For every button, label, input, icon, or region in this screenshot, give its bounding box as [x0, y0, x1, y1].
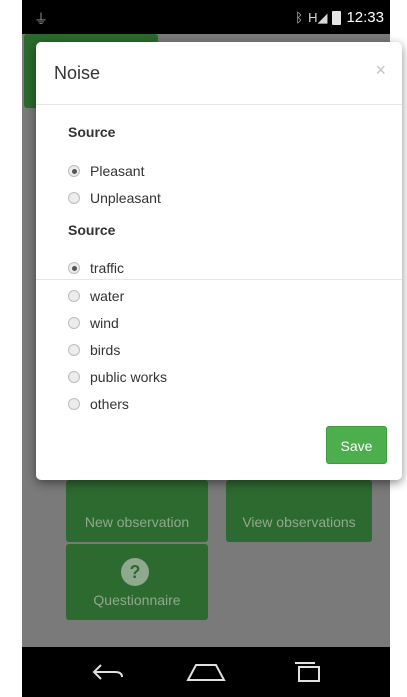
radio-button-checked[interactable]: [68, 262, 80, 274]
radio-label: public works: [90, 369, 168, 385]
new-observation-tile[interactable]: New observation: [66, 480, 208, 542]
close-icon[interactable]: ×: [375, 60, 386, 81]
noise-dialog: Noise × Source Pleasant Unpleasant Sourc…: [36, 42, 402, 480]
home-icon[interactable]: [176, 647, 236, 697]
radio-label: water: [90, 288, 125, 304]
radio-wind[interactable]: wind: [68, 313, 119, 333]
recent-apps-icon[interactable]: [278, 647, 338, 697]
view-observations-tile[interactable]: View observations: [226, 480, 372, 542]
radio-birds[interactable]: birds: [68, 340, 120, 360]
radio-button[interactable]: [68, 344, 80, 356]
section-label-source: Source: [68, 124, 116, 140]
radio-unpleasant[interactable]: Unpleasant: [68, 188, 161, 208]
questionnaire-label: Questionnaire: [93, 592, 181, 608]
radio-label: Pleasant: [90, 163, 145, 179]
radio-button[interactable]: [68, 398, 80, 410]
radio-label: wind: [90, 315, 119, 331]
save-button[interactable]: Save: [326, 426, 387, 464]
dialog-title: Noise: [54, 63, 101, 83]
radio-button[interactable]: [68, 371, 80, 383]
status-icons: ᛒ H◢ 12:33: [295, 9, 384, 26]
bluetooth-icon: ᛒ: [295, 10, 304, 25]
dialog-header: Noise ×: [36, 42, 402, 105]
signal-icon: H◢: [308, 9, 328, 25]
radio-public-works[interactable]: public works: [68, 367, 167, 387]
view-observations-label: View observations: [242, 514, 356, 530]
usb-icon: ⏚: [34, 11, 48, 27]
question-icon: ?: [121, 558, 149, 586]
radio-button[interactable]: [68, 317, 80, 329]
radio-button-checked[interactable]: [68, 165, 80, 177]
radio-button[interactable]: [68, 290, 80, 302]
radio-label: traffic: [90, 260, 124, 276]
battery-icon: [332, 10, 342, 25]
radio-water[interactable]: water: [68, 286, 124, 306]
section-label-source-2: Source: [68, 222, 116, 238]
radio-label: birds: [90, 342, 121, 358]
new-observation-label: New observation: [84, 514, 190, 530]
radio-others[interactable]: others: [68, 394, 129, 414]
clock: 12:33: [346, 9, 384, 26]
questionnaire-tile[interactable]: ? Questionnaire: [66, 544, 208, 620]
radio-label: others: [90, 396, 129, 412]
navigation-bar: [22, 647, 390, 697]
status-bar: ⏚ ᛒ H◢ 12:33: [22, 0, 390, 34]
back-icon[interactable]: [78, 647, 138, 697]
divider: [36, 279, 402, 280]
radio-label: Unpleasant: [90, 190, 161, 206]
radio-pleasant[interactable]: Pleasant: [68, 161, 144, 181]
radio-button[interactable]: [68, 192, 80, 204]
radio-traffic[interactable]: traffic: [68, 258, 124, 278]
